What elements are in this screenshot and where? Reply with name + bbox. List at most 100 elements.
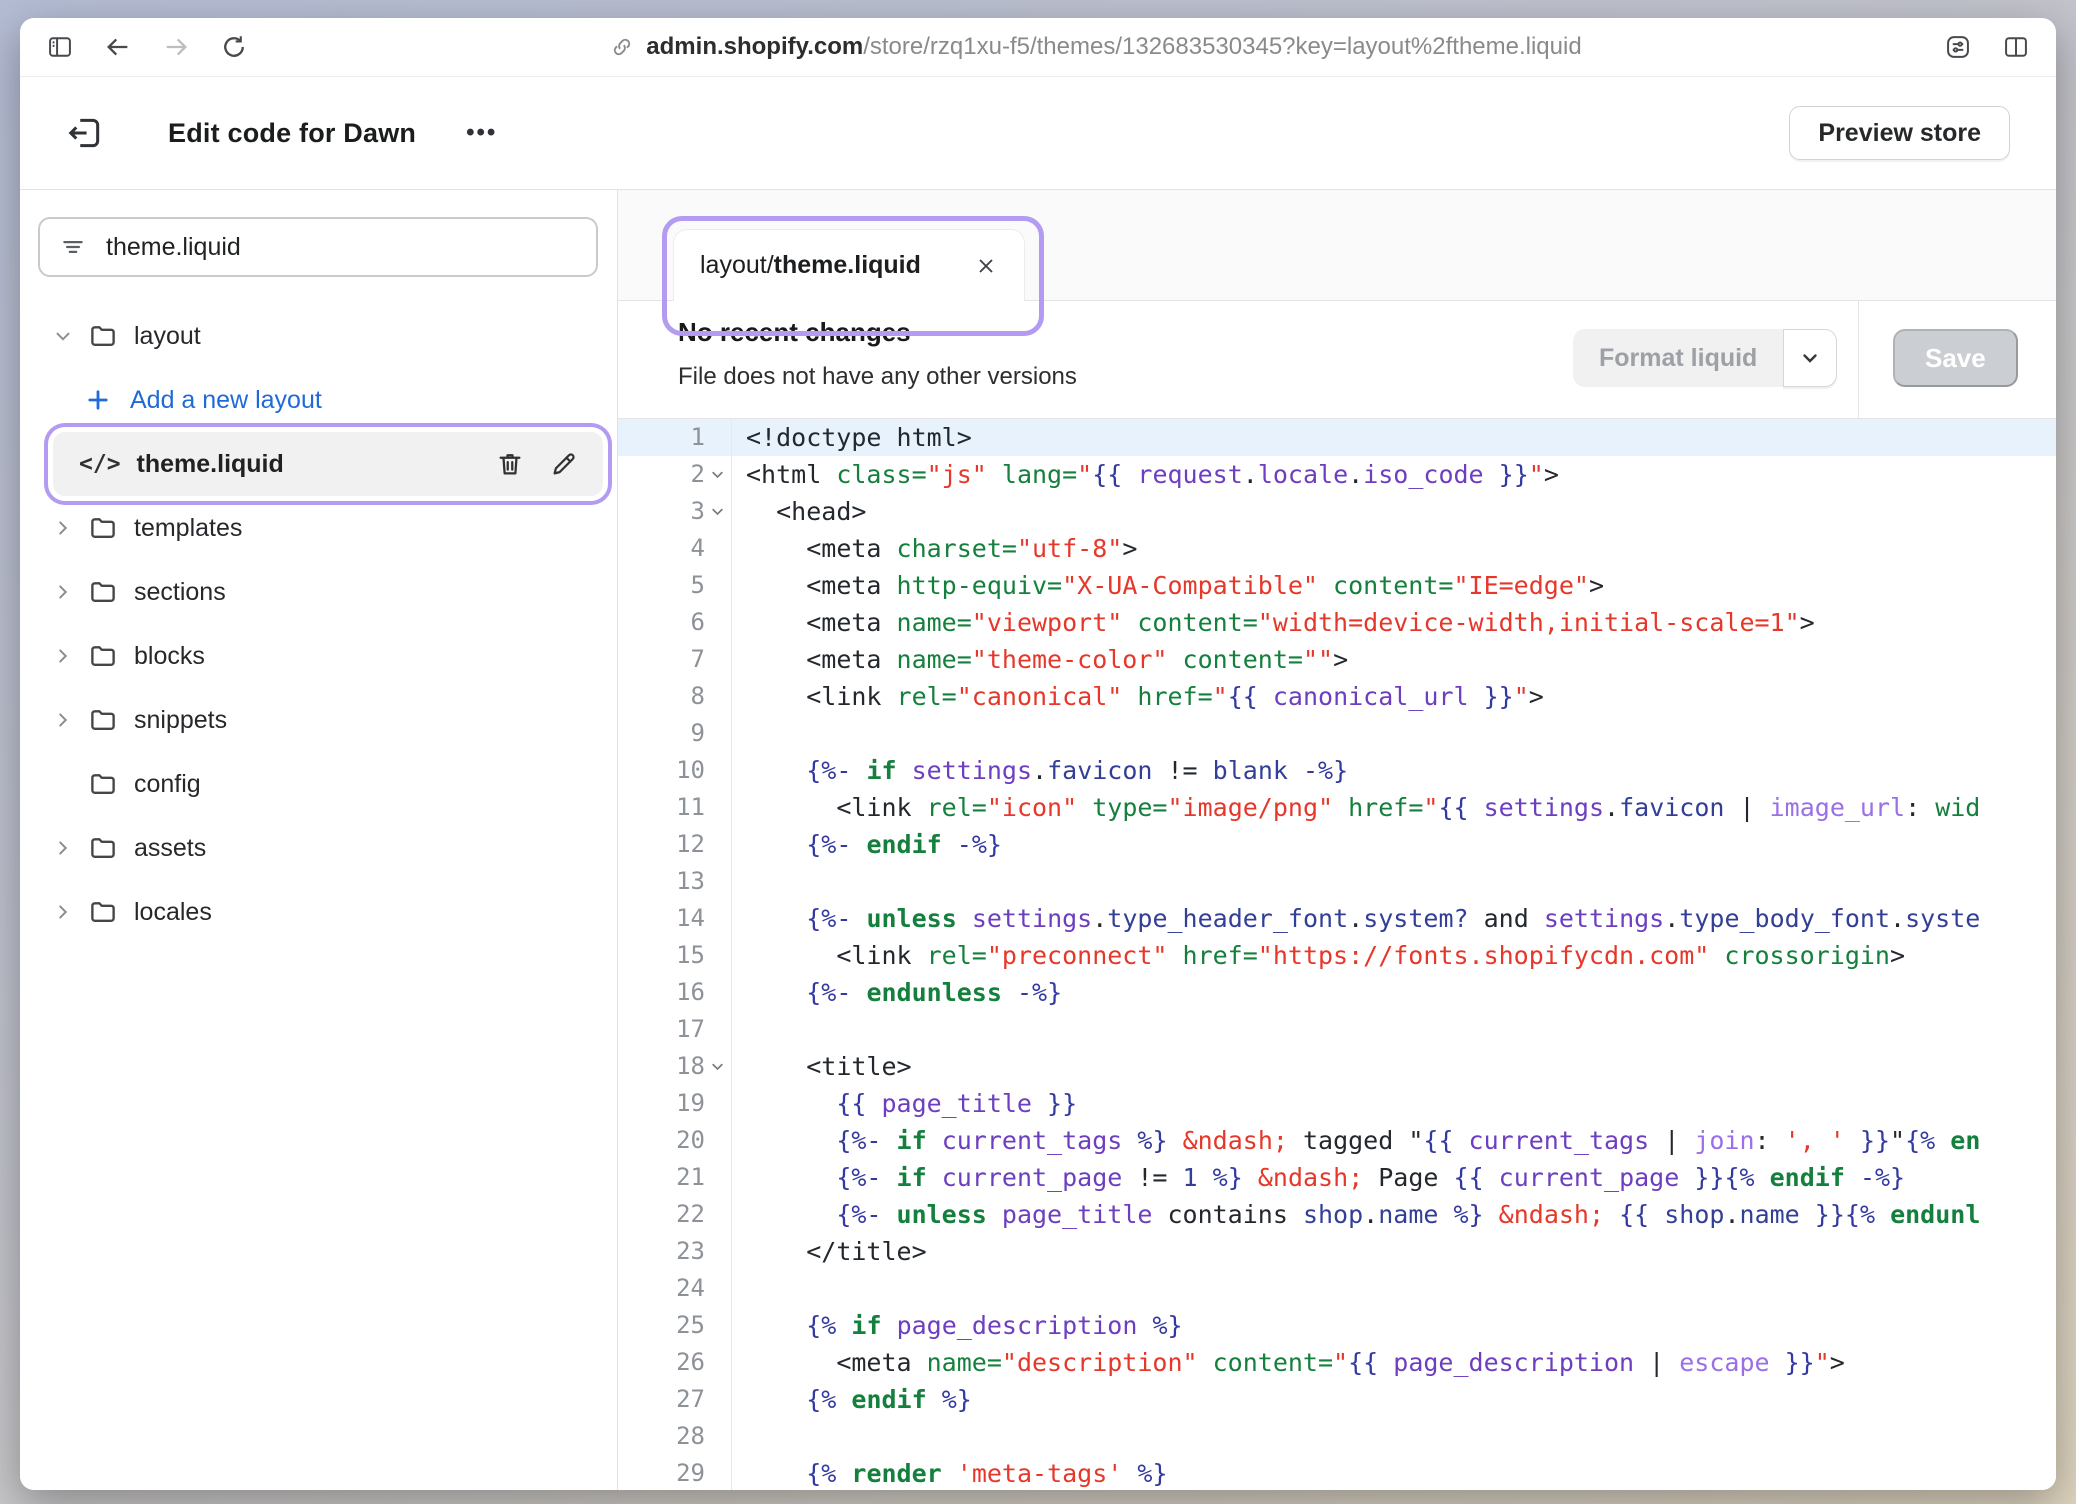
fold-spacer xyxy=(705,1011,729,1048)
fold-spacer xyxy=(705,567,729,604)
pencil-icon[interactable] xyxy=(549,449,579,479)
line-number: 11 xyxy=(676,789,705,826)
toolbar-divider xyxy=(1858,301,1859,418)
code-line-25[interactable]: 25 {% if page_description %} xyxy=(618,1307,2056,1344)
chevron-right-icon[interactable] xyxy=(52,837,74,859)
chevron-down-icon[interactable] xyxy=(52,325,74,347)
tab-layout-theme-liquid[interactable]: layout/theme.liquid xyxy=(673,229,1025,301)
code-line-10[interactable]: 10 {%- if settings.favicon != blank -%} xyxy=(618,752,2056,789)
code-editor[interactable]: 1<!doctype html>2<html class="js" lang="… xyxy=(618,419,2056,1490)
sidebar-item-layout[interactable]: layout xyxy=(20,304,617,368)
reload-icon[interactable] xyxy=(220,33,248,61)
sidebar-item-blocks[interactable]: blocks xyxy=(20,624,617,688)
code-text: <meta name="viewport" content="width=dev… xyxy=(732,604,1815,641)
code-line-24[interactable]: 24 xyxy=(618,1270,2056,1307)
code-line-22[interactable]: 22 {%- unless page_title contains shop.n… xyxy=(618,1196,2056,1233)
code-text: <head> xyxy=(732,493,866,530)
gutter: 22 xyxy=(618,1196,732,1233)
fold-spacer xyxy=(705,1270,729,1307)
code-text xyxy=(732,1418,746,1455)
code-line-27[interactable]: 27 {% endif %} xyxy=(618,1381,2056,1418)
close-icon[interactable] xyxy=(974,254,998,278)
fold-chevron-icon[interactable] xyxy=(705,456,729,493)
fold-spacer xyxy=(705,530,729,567)
chevron-down-icon[interactable] xyxy=(1783,329,1837,387)
code-line-9[interactable]: 9 xyxy=(618,715,2056,752)
file-theme-liquid[interactable]: </>theme.liquid xyxy=(53,432,603,496)
line-number: 8 xyxy=(691,678,705,715)
fold-chevron-icon[interactable] xyxy=(705,493,729,530)
preview-store-button[interactable]: Preview store xyxy=(1789,106,2010,160)
code-line-5[interactable]: 5 <meta http-equiv="X-UA-Compatible" con… xyxy=(618,567,2056,604)
code-line-12[interactable]: 12 {%- endif -%} xyxy=(618,826,2056,863)
fold-spacer xyxy=(705,715,729,752)
forward-icon[interactable] xyxy=(162,33,190,61)
sidebar-item-label: assets xyxy=(134,834,206,863)
more-actions-icon[interactable]: ••• xyxy=(466,119,497,147)
line-number: 7 xyxy=(691,641,705,678)
code-line-19[interactable]: 19 {{ page_title }} xyxy=(618,1085,2056,1122)
folder-icon xyxy=(88,513,118,543)
url-text: admin.shopify.com/store/rzq1xu-f5/themes… xyxy=(646,33,1581,61)
line-number: 3 xyxy=(691,493,705,530)
sidebar-toggle-icon[interactable] xyxy=(46,33,74,61)
code-line-15[interactable]: 15 <link rel="preconnect" href="https://… xyxy=(618,937,2056,974)
code-line-1[interactable]: 1<!doctype html> xyxy=(618,419,2056,456)
code-line-11[interactable]: 11 <link rel="icon" type="image/png" hre… xyxy=(618,789,2056,826)
line-number: 16 xyxy=(676,974,705,1011)
line-number: 10 xyxy=(676,752,705,789)
fold-spacer xyxy=(705,1196,729,1233)
line-number: 12 xyxy=(676,826,705,863)
chevron-right-icon[interactable] xyxy=(52,517,74,539)
code-text: {%- endif -%} xyxy=(732,826,1002,863)
sidebar-item-templates[interactable]: templates xyxy=(20,496,617,560)
code-line-6[interactable]: 6 <meta name="viewport" content="width=d… xyxy=(618,604,2056,641)
sidebar-item-config[interactable]: config xyxy=(20,752,617,816)
code-line-4[interactable]: 4 <meta charset="utf-8"> xyxy=(618,530,2056,567)
code-line-20[interactable]: 20 {%- if current_tags %} &ndash; tagged… xyxy=(618,1122,2056,1159)
code-line-28[interactable]: 28 xyxy=(618,1418,2056,1455)
chevron-right-icon[interactable] xyxy=(52,901,74,923)
code-line-8[interactable]: 8 <link rel="canonical" href="{{ canonic… xyxy=(618,678,2056,715)
address-bar[interactable]: admin.shopify.com/store/rzq1xu-f5/themes… xyxy=(278,33,1914,61)
chevron-right-icon[interactable] xyxy=(52,581,74,603)
line-number: 13 xyxy=(676,863,705,900)
fold-spacer xyxy=(705,1418,729,1455)
code-line-29[interactable]: 29 {% render 'meta-tags' %} xyxy=(618,1455,2056,1490)
sidebar-item-assets[interactable]: assets xyxy=(20,816,617,880)
code-text: {%- unless page_title contains shop.name… xyxy=(732,1196,1980,1233)
code-line-23[interactable]: 23 </title> xyxy=(618,1233,2056,1270)
chevron-right-icon[interactable] xyxy=(52,645,74,667)
fold-chevron-icon[interactable] xyxy=(705,1048,729,1085)
fold-spacer xyxy=(705,1085,729,1122)
format-liquid-button[interactable]: Format liquid xyxy=(1573,329,1783,387)
code-line-14[interactable]: 14 {%- unless settings.type_header_font.… xyxy=(618,900,2056,937)
sidebar-item-locales[interactable]: locales xyxy=(20,880,617,944)
code-line-18[interactable]: 18 <title> xyxy=(618,1048,2056,1085)
trash-icon[interactable] xyxy=(495,449,525,479)
sidebar-item-label: locales xyxy=(134,898,212,927)
no-recent-changes-title: No recent changes xyxy=(678,317,911,348)
code-line-7[interactable]: 7 <meta name="theme-color" content=""> xyxy=(618,641,2056,678)
code-line-17[interactable]: 17 xyxy=(618,1011,2056,1048)
file-search[interactable] xyxy=(38,217,598,277)
sidebar-item-snippets[interactable]: snippets xyxy=(20,688,617,752)
split-view-icon[interactable] xyxy=(2002,33,2030,61)
code-line-16[interactable]: 16 {%- endunless -%} xyxy=(618,974,2056,1011)
line-number: 19 xyxy=(676,1085,705,1122)
exit-icon[interactable] xyxy=(66,114,104,152)
editor-panel: layout/theme.liquid No recent changes Fi… xyxy=(618,190,2056,1490)
add-a-new-layout-button[interactable]: Add a new layout xyxy=(20,368,617,432)
code-text: {% endif %} xyxy=(732,1381,972,1418)
chevron-right-icon[interactable] xyxy=(52,709,74,731)
search-input[interactable] xyxy=(104,232,576,263)
back-icon[interactable] xyxy=(104,33,132,61)
code-line-13[interactable]: 13 xyxy=(618,863,2056,900)
code-line-21[interactable]: 21 {%- if current_page != 1 %} &ndash; P… xyxy=(618,1159,2056,1196)
page-settings-icon[interactable] xyxy=(1944,33,1972,61)
line-number: 27 xyxy=(676,1381,705,1418)
code-line-2[interactable]: 2<html class="js" lang="{{ request.local… xyxy=(618,456,2056,493)
sidebar-item-sections[interactable]: sections xyxy=(20,560,617,624)
code-line-26[interactable]: 26 <meta name="description" content="{{ … xyxy=(618,1344,2056,1381)
code-line-3[interactable]: 3 <head> xyxy=(618,493,2056,530)
